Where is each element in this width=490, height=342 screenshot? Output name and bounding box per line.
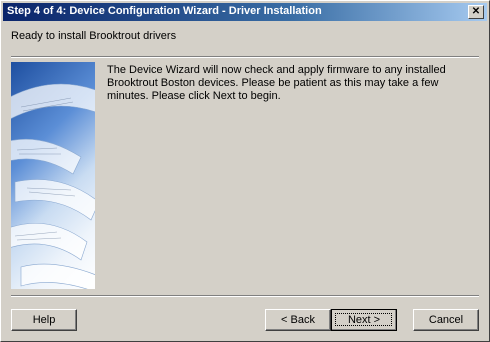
next-button-label: Next > [347,314,381,326]
cancel-button[interactable]: Cancel [413,309,479,331]
back-button[interactable]: < Back [265,309,331,331]
title-bar[interactable]: Step 4 of 4: Device Configuration Wizard… [3,3,487,21]
window-title: Step 4 of 4: Device Configuration Wizard… [7,5,322,17]
cancel-button-label: Cancel [428,314,464,326]
help-button-label: Help [32,314,56,326]
wizard-header-text: Ready to install Brooktrout drivers [11,30,177,42]
wizard-window: Step 4 of 4: Device Configuration Wizard… [0,0,490,342]
next-button[interactable]: Next > [331,309,397,331]
wizard-side-image [11,62,95,289]
footer-divider [11,295,479,297]
header-divider [11,56,479,58]
back-button-label: < Back [281,314,315,326]
wizard-body-text: The Device Wizard will now check and app… [107,64,446,102]
close-button[interactable]: ✕ [468,5,484,19]
close-icon: ✕ [471,6,481,17]
help-button[interactable]: Help [11,309,77,331]
